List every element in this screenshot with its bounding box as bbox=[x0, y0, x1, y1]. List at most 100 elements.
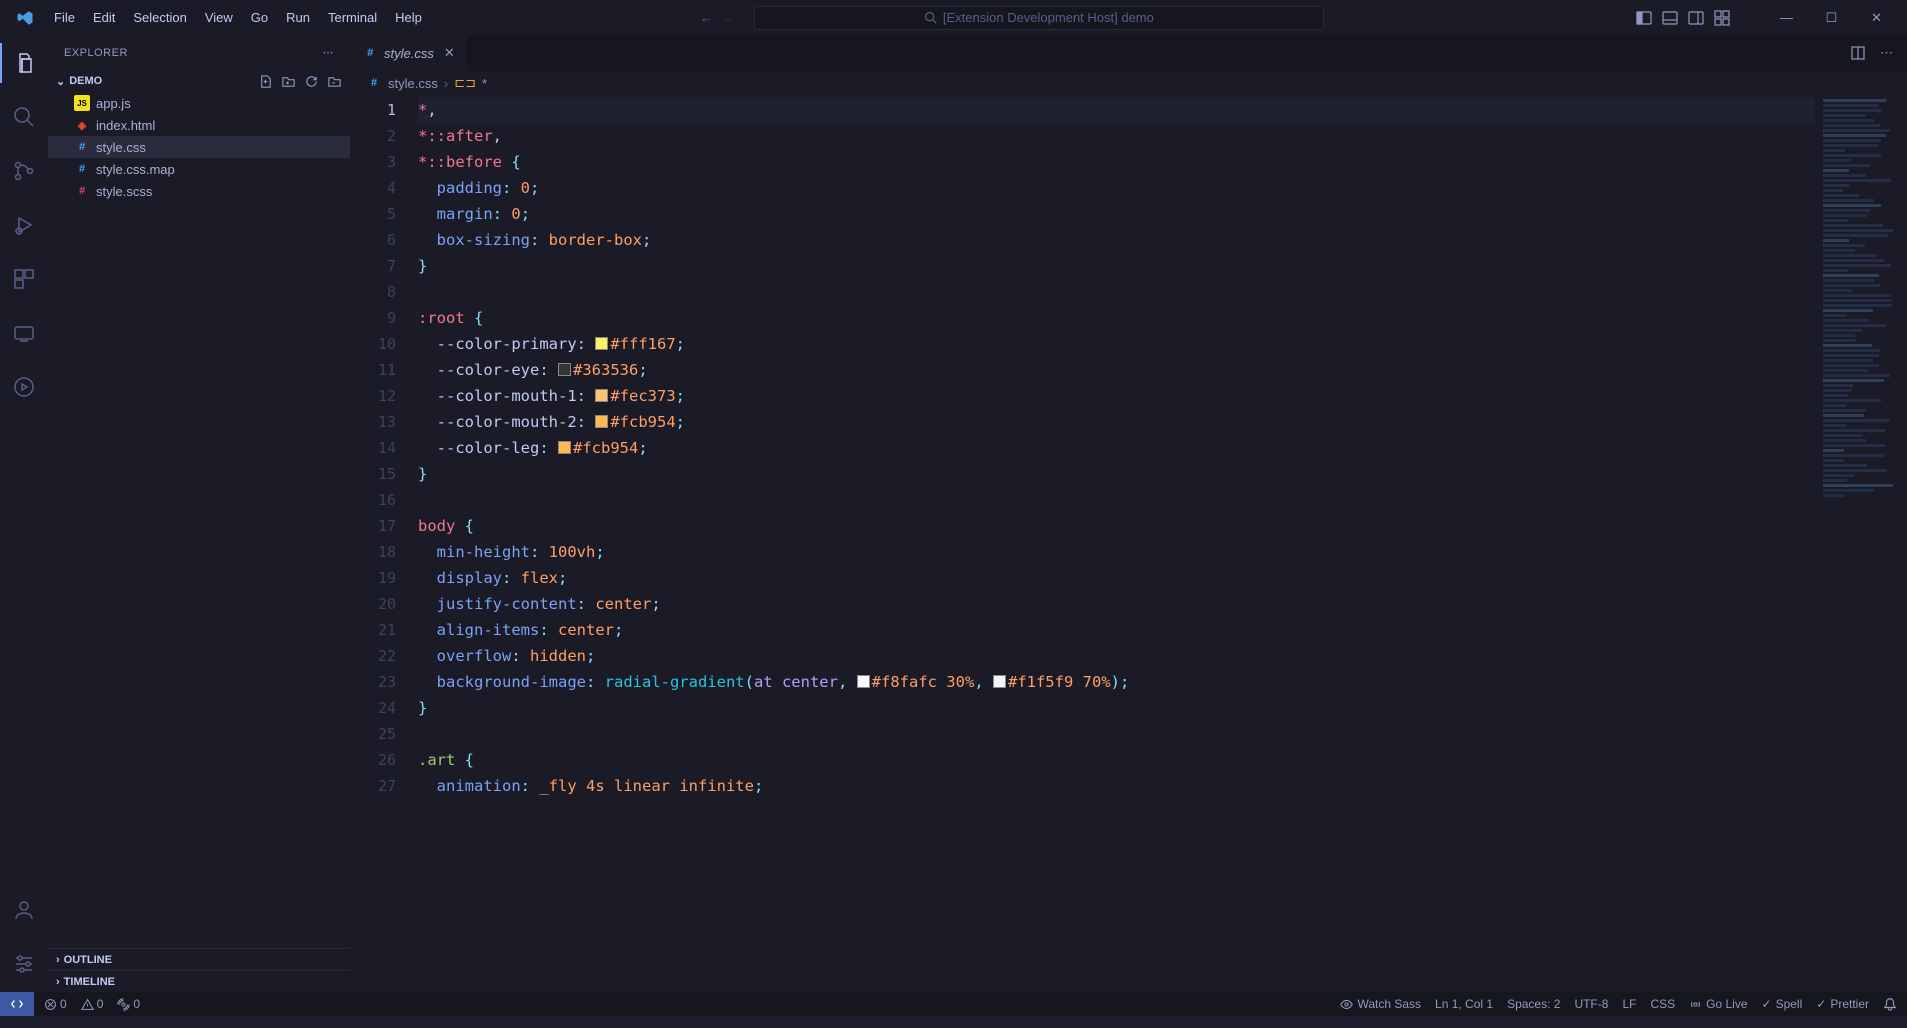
status-language[interactable]: CSS bbox=[1650, 997, 1675, 1011]
chevron-down-icon: ⌄ bbox=[56, 75, 65, 88]
new-folder-icon[interactable] bbox=[281, 74, 296, 89]
file-item-style-css[interactable]: # style.css bbox=[48, 136, 350, 158]
search-placeholder: [Extension Development Host] demo bbox=[943, 10, 1154, 25]
menu-edit[interactable]: Edit bbox=[85, 6, 123, 29]
nav-arrows: ← → bbox=[700, 10, 734, 25]
activity-run-debug[interactable] bbox=[0, 205, 48, 245]
search-icon bbox=[924, 11, 937, 24]
status-left: 0 0 0 bbox=[44, 997, 140, 1011]
statusbar: 0 0 0 Watch Sass Ln 1, Col 1 Spaces: 2 U… bbox=[0, 992, 1907, 1016]
file-label: style.scss bbox=[96, 184, 152, 199]
titlebar-right: — ☐ ✕ bbox=[1636, 10, 1899, 26]
file-item-index-html[interactable]: ◈ index.html bbox=[48, 114, 350, 136]
file-label: index.html bbox=[96, 118, 155, 133]
status-right: Watch Sass Ln 1, Col 1 Spaces: 2 UTF-8 L… bbox=[1340, 997, 1907, 1011]
nav-back-icon[interactable]: ← bbox=[700, 10, 713, 25]
timeline-section[interactable]: › TIMELINE bbox=[48, 970, 350, 992]
activity-search[interactable] bbox=[0, 97, 48, 137]
command-center[interactable]: [Extension Development Host] demo bbox=[754, 6, 1324, 30]
file-item-style-scss[interactable]: # style.scss bbox=[48, 180, 350, 202]
nav-forward-icon[interactable]: → bbox=[721, 10, 734, 25]
status-position[interactable]: Ln 1, Col 1 bbox=[1435, 997, 1493, 1011]
menu-file[interactable]: File bbox=[46, 6, 83, 29]
explorer-sidebar: EXPLORER ⋯ ⌄ DEMO JS app.js ◈ index.html # st… bbox=[48, 35, 350, 992]
explorer-header: EXPLORER ⋯ bbox=[48, 35, 350, 70]
css-file-icon: # bbox=[362, 45, 378, 61]
activity-source-control[interactable] bbox=[0, 151, 48, 191]
css-file-icon: # bbox=[74, 139, 90, 155]
remote-button[interactable] bbox=[0, 992, 34, 1016]
tab-actions: ⋯ bbox=[1850, 35, 1907, 71]
code-area[interactable]: 1234567891011121314151617181920212223242… bbox=[350, 95, 1907, 992]
status-eol[interactable]: LF bbox=[1622, 997, 1636, 1011]
menu-terminal[interactable]: Terminal bbox=[320, 6, 385, 29]
titlebar: File Edit Selection View Go Run Terminal… bbox=[0, 0, 1907, 35]
activity-explorer[interactable] bbox=[0, 43, 48, 83]
status-ports[interactable]: 0 bbox=[117, 997, 140, 1011]
collapse-icon[interactable] bbox=[327, 74, 342, 89]
file-label: style.css.map bbox=[96, 162, 175, 177]
menu-bar: File Edit Selection View Go Run Terminal… bbox=[46, 6, 430, 29]
tab-style-css[interactable]: # style.css ✕ bbox=[350, 35, 468, 71]
maximize-button[interactable]: ☐ bbox=[1809, 10, 1854, 26]
menu-go[interactable]: Go bbox=[243, 6, 276, 29]
new-file-icon[interactable] bbox=[258, 74, 273, 89]
folder-name: DEMO bbox=[69, 75, 102, 87]
activity-account[interactable] bbox=[0, 890, 48, 930]
window-controls: — ☐ ✕ bbox=[1764, 10, 1899, 26]
menu-selection[interactable]: Selection bbox=[125, 6, 194, 29]
editor-tabs: # style.css ✕ ⋯ bbox=[350, 35, 1907, 71]
close-button[interactable]: ✕ bbox=[1854, 10, 1899, 26]
activity-remote[interactable] bbox=[0, 313, 48, 353]
status-encoding[interactable]: UTF-8 bbox=[1574, 997, 1608, 1011]
status-warnings[interactable]: 0 bbox=[81, 997, 104, 1011]
vscode-icon bbox=[16, 9, 34, 27]
explorer-more-icon[interactable]: ⋯ bbox=[323, 46, 335, 59]
css-file-icon: # bbox=[366, 75, 382, 91]
refresh-icon[interactable] bbox=[304, 74, 319, 89]
status-errors[interactable]: 0 bbox=[44, 997, 67, 1011]
status-spaces[interactable]: Spaces: 2 bbox=[1507, 997, 1560, 1011]
breadcrumb[interactable]: # style.css › ⊏⊐ * bbox=[350, 71, 1907, 95]
tab-close-icon[interactable]: ✕ bbox=[444, 45, 455, 61]
editor-area: # style.css ✕ ⋯ # style.css › ⊏⊐ * 12345… bbox=[350, 35, 1907, 992]
folder-header[interactable]: ⌄ DEMO bbox=[48, 70, 350, 92]
file-label: style.css bbox=[96, 140, 146, 155]
menu-help[interactable]: Help bbox=[387, 6, 430, 29]
editor-more-icon[interactable]: ⋯ bbox=[1880, 45, 1893, 61]
js-file-icon: JS bbox=[74, 95, 90, 111]
line-gutter: 1234567891011121314151617181920212223242… bbox=[350, 95, 418, 992]
file-item-style-css-map[interactable]: # style.css.map bbox=[48, 158, 350, 180]
menu-view[interactable]: View bbox=[197, 6, 241, 29]
file-item-app-js[interactable]: JS app.js bbox=[48, 92, 350, 114]
file-label: app.js bbox=[96, 96, 131, 111]
explorer-title: EXPLORER bbox=[64, 47, 128, 59]
toggle-panel-icon[interactable] bbox=[1662, 10, 1678, 26]
status-prettier[interactable]: ✓Prettier bbox=[1816, 997, 1869, 1011]
file-tree: JS app.js ◈ index.html # style.css # style.css.… bbox=[48, 92, 350, 202]
scss-file-icon: # bbox=[74, 183, 90, 199]
split-editor-icon[interactable] bbox=[1850, 45, 1866, 61]
status-watch-sass[interactable]: Watch Sass bbox=[1340, 997, 1421, 1011]
code-content[interactable]: *,*::after,*::before { padding: 0; margi… bbox=[418, 95, 1907, 992]
status-notifications-icon[interactable] bbox=[1883, 997, 1897, 1011]
activity-bar bbox=[0, 35, 48, 992]
activity-live-share[interactable] bbox=[0, 367, 48, 407]
brackets-icon: ⊏⊐ bbox=[454, 75, 476, 91]
html-file-icon: ◈ bbox=[74, 117, 90, 133]
css-file-icon: # bbox=[74, 161, 90, 177]
status-spell[interactable]: ✓Spell bbox=[1762, 997, 1803, 1011]
activity-extensions[interactable] bbox=[0, 259, 48, 299]
main: EXPLORER ⋯ ⌄ DEMO JS app.js ◈ index.html # st… bbox=[0, 35, 1907, 992]
status-golive[interactable]: Go Live bbox=[1689, 997, 1747, 1011]
chevron-right-icon: › bbox=[56, 954, 60, 966]
outline-section[interactable]: › OUTLINE bbox=[48, 948, 350, 970]
chevron-right-icon: › bbox=[56, 976, 60, 988]
minimap[interactable] bbox=[1819, 95, 1907, 992]
customize-layout-icon[interactable] bbox=[1714, 10, 1730, 26]
activity-settings[interactable] bbox=[0, 944, 48, 984]
menu-run[interactable]: Run bbox=[278, 6, 318, 29]
minimize-button[interactable]: — bbox=[1764, 10, 1809, 26]
toggle-primary-sidebar-icon[interactable] bbox=[1636, 10, 1652, 26]
toggle-secondary-sidebar-icon[interactable] bbox=[1688, 10, 1704, 26]
